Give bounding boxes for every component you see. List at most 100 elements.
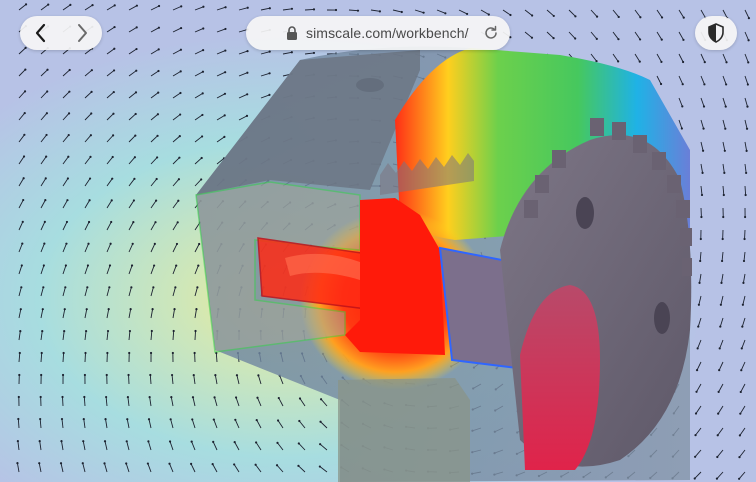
velocity-arrow-head	[192, 373, 195, 377]
velocity-arrow-head	[103, 440, 107, 443]
velocity-arrow-head	[334, 8, 338, 12]
velocity-arrow-head	[617, 38, 620, 41]
velocity-arrow-head	[223, 135, 226, 138]
velocity-arrow-head	[639, 16, 642, 19]
velocity-arrow-head	[617, 15, 620, 19]
velocity-arrow-head	[156, 113, 160, 116]
velocity-arrow-head	[43, 242, 46, 245]
velocity-arrow-head	[190, 440, 193, 443]
velocity-arrow-head	[19, 329, 22, 333]
velocity-arrow-head	[212, 418, 215, 421]
velocity-arrow-head	[42, 264, 45, 267]
velocity-arrow-head	[738, 456, 741, 459]
velocity-arrow-head	[88, 177, 92, 180]
velocity-arrow-head	[702, 105, 706, 108]
velocity-arrow-head	[86, 286, 89, 289]
velocity-arrow-head	[135, 4, 138, 7]
velocity-arrow-head	[694, 412, 698, 415]
velocity-arrow-head	[177, 178, 181, 181]
velocity-arrow-head	[197, 264, 200, 267]
velocity-arrow-head	[20, 264, 23, 267]
navigation-buttons	[20, 16, 102, 50]
velocity-arrow-head	[113, 4, 116, 7]
velocity-arrow-head	[170, 373, 174, 377]
reload-icon[interactable]	[483, 25, 499, 41]
velocity-arrow-head	[268, 7, 271, 10]
velocity-arrow-head	[154, 221, 157, 224]
velocity-arrow-head	[191, 418, 194, 421]
velocity-arrow-head	[696, 347, 699, 350]
velocity-arrow-head	[742, 281, 745, 284]
velocity-arrow-head	[595, 37, 598, 40]
velocity-arrow-head	[703, 83, 706, 86]
simulation-viewport[interactable]	[0, 0, 756, 482]
forward-button[interactable]	[61, 16, 102, 50]
velocity-arrow-head	[176, 221, 179, 224]
velocity-arrow-head	[126, 395, 129, 399]
velocity-arrow-head	[147, 440, 150, 443]
velocity-arrow	[84, 352, 86, 363]
velocity-arrow-head	[153, 264, 156, 267]
velocity-arrow-head	[47, 3, 50, 6]
velocity-arrow-head	[213, 396, 216, 399]
velocity-arrow-head	[276, 441, 279, 444]
velocity-arrow-head	[20, 286, 23, 289]
velocity-arrow-head	[722, 193, 725, 197]
velocity-arrow-head	[67, 155, 70, 158]
lock-icon	[287, 26, 297, 40]
velocity-arrow-head	[201, 70, 205, 73]
velocity-arrow-head	[200, 178, 203, 181]
velocity-arrow-head	[179, 26, 183, 30]
velocity-arrow-head	[268, 93, 271, 96]
velocity-arrow-head	[319, 443, 322, 446]
housing-screw	[356, 78, 384, 92]
velocity-arrow-head	[179, 113, 182, 116]
velocity-arrow-head	[697, 325, 700, 328]
velocity-arrow-head	[268, 50, 271, 53]
velocity-arrow-head	[59, 462, 63, 465]
velocity-arrow-head	[45, 133, 48, 137]
velocity-arrow-head	[156, 156, 159, 159]
velocity-arrow-head	[466, 12, 469, 16]
velocity-arrow-head	[63, 329, 66, 333]
velocity-arrow-head	[312, 8, 316, 11]
velocity-arrow-head	[530, 36, 534, 39]
address-bar[interactable]: simscale.com/workbench/	[246, 16, 510, 50]
velocity-arrow-head	[43, 220, 46, 223]
velocity-arrow-head	[718, 369, 721, 372]
velocity-arrow-head	[698, 281, 701, 284]
velocity-arrow-head	[168, 440, 172, 443]
velocity-arrow-head	[88, 199, 91, 202]
velocity-arrow-head	[246, 71, 249, 74]
velocity-arrow-head	[90, 69, 93, 72]
velocity-arrow-head	[113, 47, 116, 50]
velocity-arrow-head	[198, 242, 201, 246]
velocity-arrow-head	[130, 264, 134, 267]
velocity-arrow-head	[104, 418, 107, 421]
velocity-arrow-head	[742, 259, 746, 263]
velocity-arrow-head	[214, 374, 217, 377]
velocity-arrow-head	[245, 114, 249, 117]
velocity-arrow-head	[65, 242, 68, 245]
velocity-arrow-head	[67, 112, 71, 115]
lower-shaft	[338, 378, 470, 482]
velocity-arrow-head	[740, 369, 743, 372]
velocity-arrow-head	[257, 374, 260, 377]
velocity-arrow-head	[168, 462, 171, 465]
back-button[interactable]	[20, 16, 61, 50]
velocity-arrow-head	[509, 13, 512, 17]
velocity-arrow-head	[24, 3, 28, 6]
velocity-arrow-head	[39, 417, 42, 421]
velocity-arrow-head	[234, 418, 237, 421]
velocity-arrow-head	[110, 199, 113, 202]
velocity-arrow-head	[660, 16, 664, 19]
velocity-arrow-head	[66, 177, 70, 180]
velocity-arrow-head	[135, 69, 138, 72]
velocity-arrow-head	[23, 90, 27, 93]
velocity-arrow-head	[701, 149, 705, 152]
velocity-arrow-head	[17, 417, 20, 421]
velocity-arrow-head	[148, 396, 151, 399]
privacy-shield-button[interactable]	[695, 16, 737, 50]
velocity-arrow-head	[743, 215, 747, 219]
velocity-arrow	[304, 8, 315, 11]
